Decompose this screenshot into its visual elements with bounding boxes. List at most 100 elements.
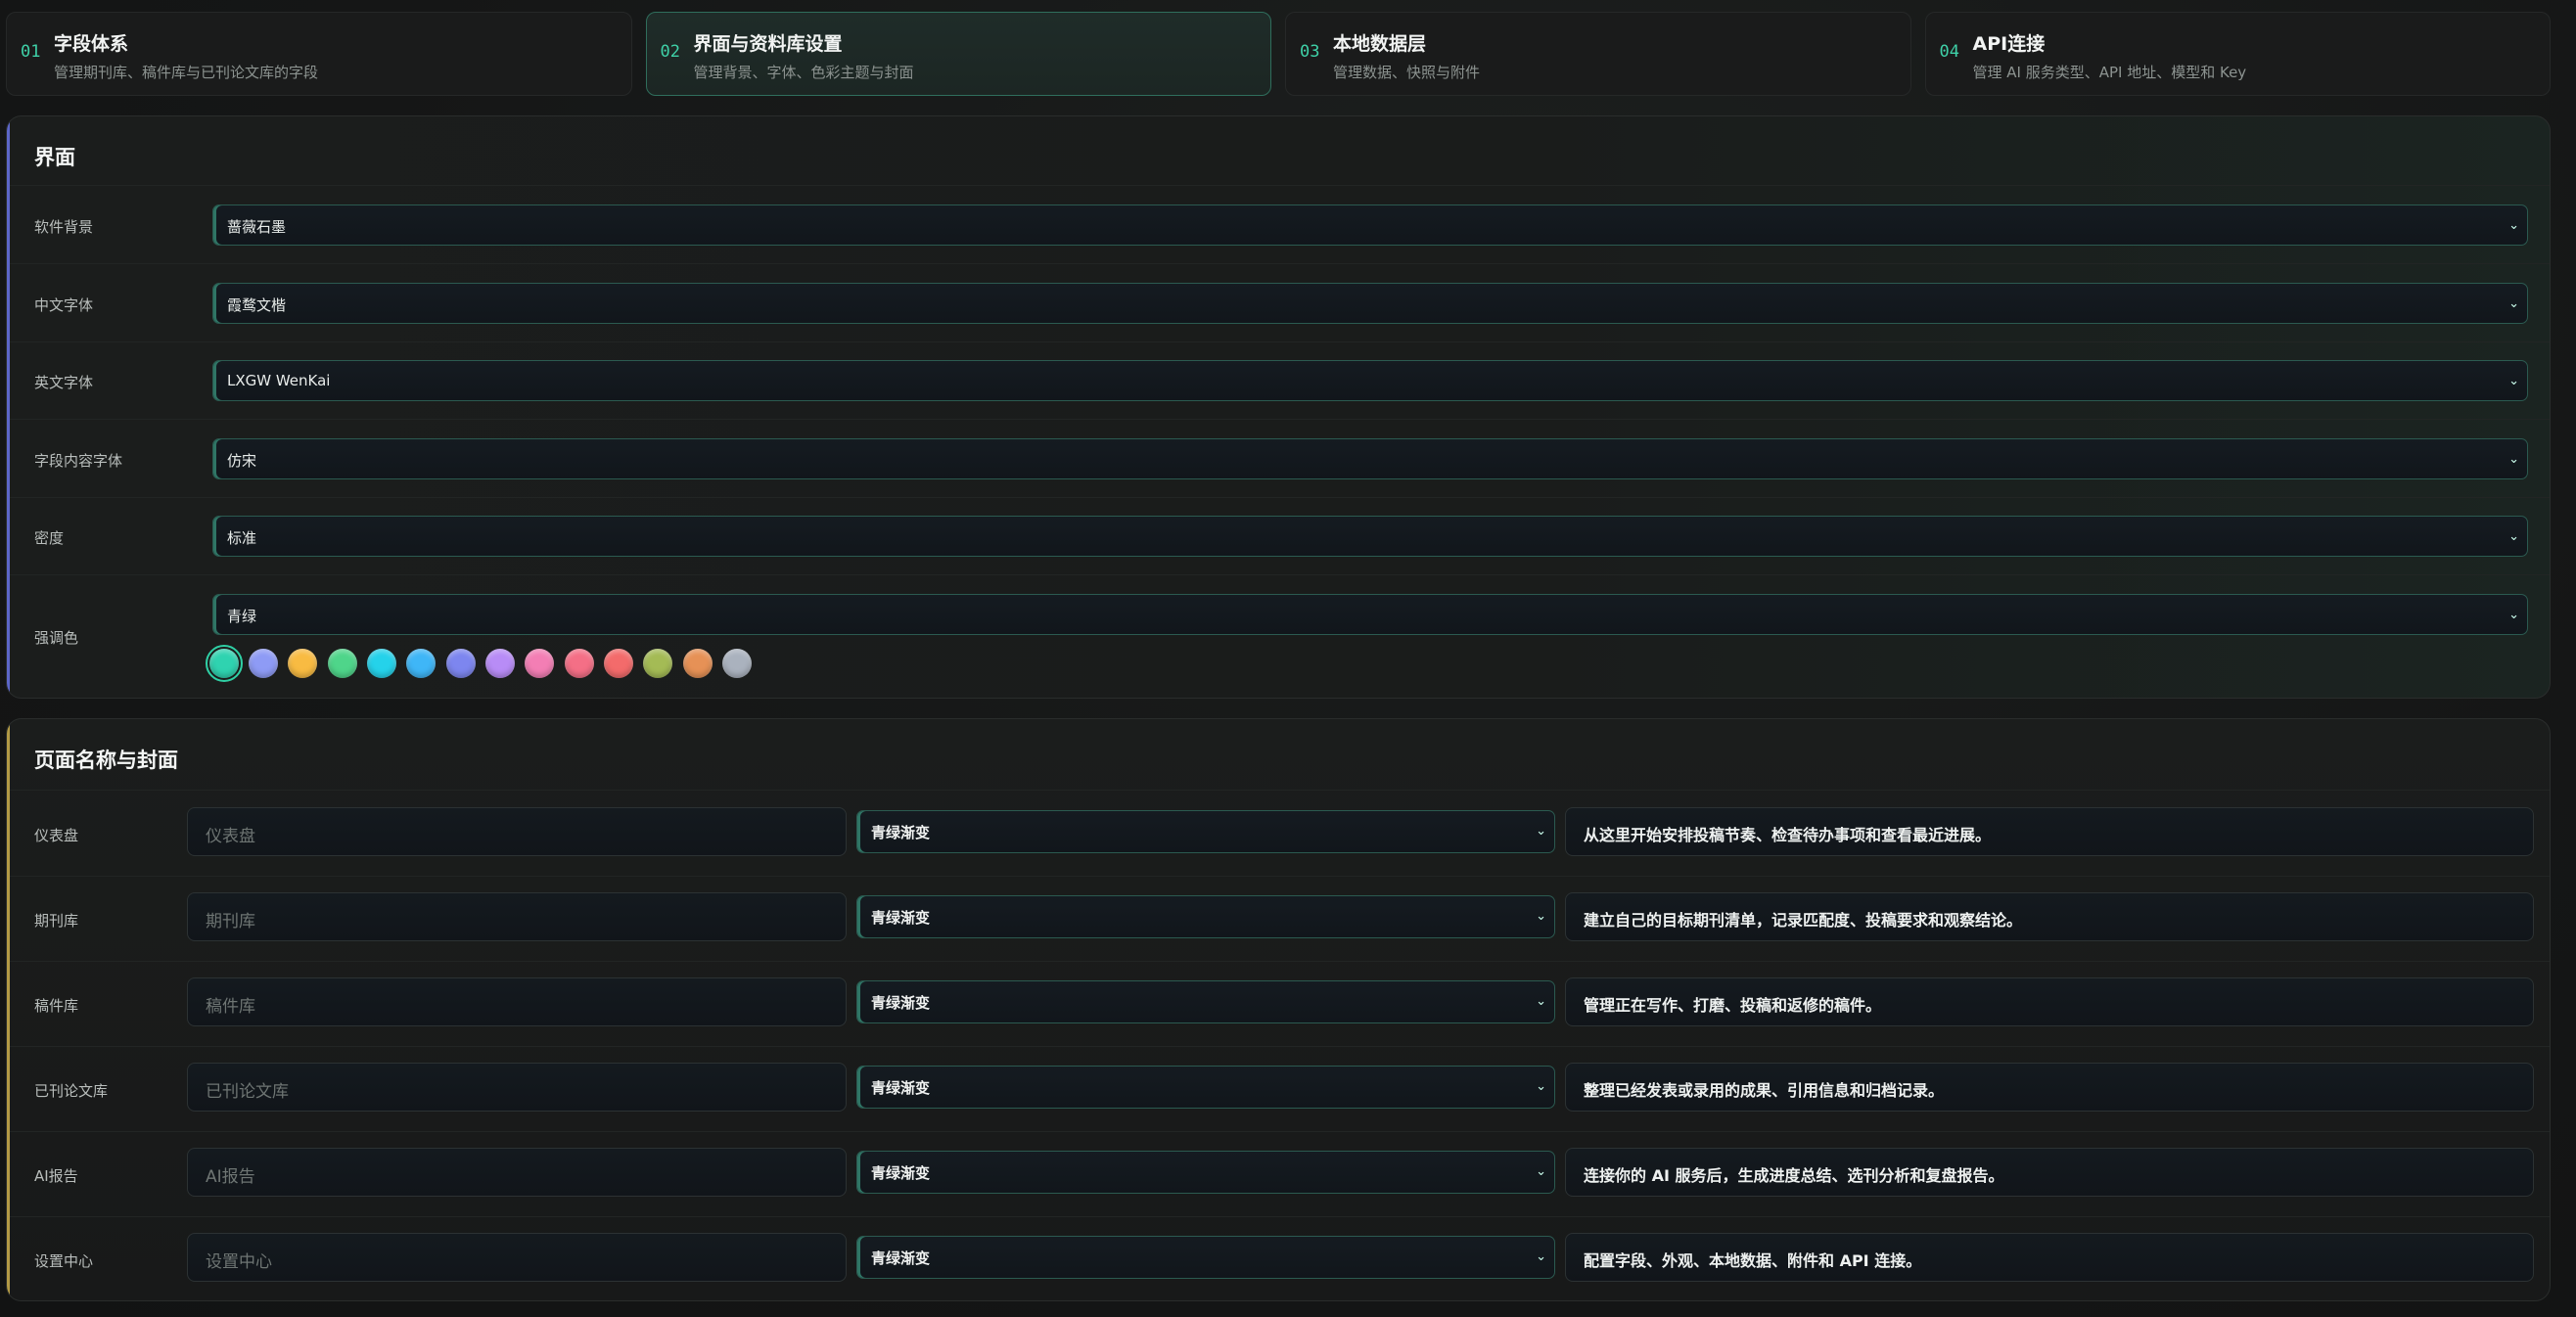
select-value: 青绿渐变 bbox=[871, 1249, 931, 1267]
step-subtitle: 管理期刊库、稿件库与已刊论文库的字段 bbox=[54, 64, 319, 81]
swatch-rose[interactable] bbox=[565, 649, 594, 678]
select-value: 青绿 bbox=[227, 608, 257, 625]
page-description-input[interactable]: 整理已经发表或录用的成果、引用信息和归档记录。 bbox=[1565, 1063, 2534, 1112]
select-value: 青绿渐变 bbox=[871, 824, 931, 841]
swatch-green[interactable] bbox=[328, 649, 357, 678]
input-placeholder: 仪表盘 bbox=[206, 827, 255, 846]
chevron-down-icon: ⌄ bbox=[2508, 529, 2519, 544]
step-subtitle: 管理 AI 服务类型、API 地址、模型和 Key bbox=[1972, 64, 2247, 81]
step-subtitle: 管理背景、字体、色彩主题与封面 bbox=[693, 64, 914, 81]
field-content-font-select[interactable]: 仿宋 ⌄ bbox=[212, 438, 2528, 479]
page-description-input[interactable]: 连接你的 AI 服务后，生成进度总结、选刊分析和复盘报告。 bbox=[1565, 1148, 2534, 1197]
step-local-data[interactable]: 03 本地数据层 管理数据、快照与附件 bbox=[1285, 12, 1911, 96]
select-value: 青绿渐变 bbox=[871, 1164, 931, 1182]
background-select[interactable]: 蔷薇石墨 ⌄ bbox=[212, 204, 2528, 246]
chevron-down-icon: ⌄ bbox=[1536, 1164, 1546, 1179]
page-description-input[interactable]: 建立自己的目标期刊清单，记录匹配度、投稿要求和观察结论。 bbox=[1565, 892, 2534, 941]
input-placeholder: 已刊论文库 bbox=[206, 1082, 289, 1102]
chevron-down-icon: ⌄ bbox=[1536, 909, 1546, 924]
row-label: 强调色 bbox=[34, 629, 79, 647]
step-number: 03 bbox=[1300, 42, 1320, 62]
input-value: 从这里开始安排投稿节奏、检查待办事项和查看最近进展。 bbox=[1584, 826, 1992, 844]
step-field-system[interactable]: 01 字段体系 管理期刊库、稿件库与已刊论文库的字段 bbox=[6, 12, 632, 96]
step-number: 01 bbox=[21, 42, 41, 62]
page-name-input[interactable]: 设置中心 bbox=[187, 1233, 847, 1282]
step-number: 04 bbox=[1939, 42, 1959, 62]
cover-select[interactable]: 青绿渐变 ⌄ bbox=[856, 1236, 1555, 1279]
step-number: 02 bbox=[660, 42, 680, 62]
chevron-down-icon: ⌄ bbox=[2508, 374, 2519, 388]
input-value: 连接你的 AI 服务后，生成进度总结、选刊分析和复盘报告。 bbox=[1584, 1166, 2004, 1185]
input-placeholder: 稿件库 bbox=[206, 997, 255, 1017]
select-value: 仿宋 bbox=[227, 452, 257, 470]
row-label: 软件背景 bbox=[34, 218, 94, 236]
page-description-input[interactable]: 配置字段、外观、本地数据、附件和 API 连接。 bbox=[1565, 1233, 2534, 1282]
row-label: 已刊论文库 bbox=[34, 1082, 109, 1100]
page-name-input[interactable]: 稿件库 bbox=[187, 977, 847, 1026]
row-label: 密度 bbox=[34, 529, 65, 547]
row-label: 稿件库 bbox=[34, 997, 79, 1015]
swatch-red[interactable] bbox=[604, 649, 633, 678]
page-name-input[interactable]: AI报告 bbox=[187, 1148, 847, 1197]
input-value: 整理已经发表或录用的成果、引用信息和归档记录。 bbox=[1584, 1081, 1945, 1100]
row-label: 字段内容字体 bbox=[34, 452, 123, 470]
select-value: 青绿渐变 bbox=[871, 909, 931, 927]
row-label: 期刊库 bbox=[34, 912, 79, 930]
chinese-font-select[interactable]: 霞鹜文楷 ⌄ bbox=[212, 283, 2528, 324]
chevron-down-icon: ⌄ bbox=[1536, 1249, 1546, 1264]
swatch-olive[interactable] bbox=[643, 649, 672, 678]
page-name-input[interactable]: 期刊库 bbox=[187, 892, 847, 941]
page-description-input[interactable]: 从这里开始安排投稿节奏、检查待办事项和查看最近进展。 bbox=[1565, 807, 2534, 856]
row-label: 仪表盘 bbox=[34, 827, 79, 844]
chevron-down-icon: ⌄ bbox=[2508, 296, 2519, 311]
settings-steps: 01 字段体系 管理期刊库、稿件库与已刊论文库的字段 02 界面与资料库设置 管… bbox=[6, 12, 2551, 98]
step-title: 界面与资料库设置 bbox=[693, 33, 843, 55]
row-label: AI报告 bbox=[34, 1167, 78, 1185]
cover-select[interactable]: 青绿渐变 ⌄ bbox=[856, 810, 1555, 853]
input-value: 管理正在写作、打磨、投稿和返修的稿件。 bbox=[1584, 996, 1882, 1015]
select-value: LXGW WenKai bbox=[227, 372, 331, 389]
english-font-select[interactable]: LXGW WenKai ⌄ bbox=[212, 360, 2528, 401]
chevron-down-icon: ⌄ bbox=[2508, 452, 2519, 467]
cover-select[interactable]: 青绿渐变 ⌄ bbox=[856, 1151, 1555, 1194]
input-value: 配置字段、外观、本地数据、附件和 API 连接。 bbox=[1584, 1251, 1922, 1270]
chevron-down-icon: ⌄ bbox=[2508, 218, 2519, 233]
page-description-input[interactable]: 管理正在写作、打磨、投稿和返修的稿件。 bbox=[1565, 977, 2534, 1026]
interface-panel: 界面 软件背景 蔷薇石墨 ⌄ 中文字体 霞鹜文楷 ⌄ 英文字体 LXGW Wen… bbox=[6, 115, 2551, 699]
page-names-covers-panel: 页面名称与封面 仪表盘 仪表盘 青绿渐变 ⌄ 从这里开始安排投稿节奏、检查待办事… bbox=[6, 718, 2551, 1301]
select-value: 标准 bbox=[227, 529, 257, 547]
density-select[interactable]: 标准 ⌄ bbox=[212, 516, 2528, 557]
step-interface-library[interactable]: 02 界面与资料库设置 管理背景、字体、色彩主题与封面 bbox=[645, 12, 1271, 96]
select-value: 青绿渐变 bbox=[871, 1079, 931, 1097]
chevron-down-icon: ⌄ bbox=[2508, 608, 2519, 622]
swatch-indigo[interactable] bbox=[446, 649, 476, 678]
input-placeholder: AI报告 bbox=[206, 1167, 255, 1187]
panel-title: 界面 bbox=[34, 146, 75, 169]
row-label: 英文字体 bbox=[34, 374, 94, 391]
step-title: 字段体系 bbox=[54, 33, 129, 55]
select-value: 霞鹜文楷 bbox=[227, 296, 287, 314]
swatch-amber[interactable] bbox=[288, 649, 317, 678]
swatch-pink[interactable] bbox=[525, 649, 554, 678]
swatch-periwinkle[interactable] bbox=[249, 649, 278, 678]
swatch-gray[interactable] bbox=[722, 649, 752, 678]
swatch-violet[interactable] bbox=[485, 649, 515, 678]
input-placeholder: 期刊库 bbox=[206, 912, 255, 931]
page-name-input[interactable]: 已刊论文库 bbox=[187, 1063, 847, 1112]
accent-color-select[interactable]: 青绿 ⌄ bbox=[212, 594, 2528, 635]
page-name-input[interactable]: 仪表盘 bbox=[187, 807, 847, 856]
step-title: 本地数据层 bbox=[1333, 33, 1427, 55]
swatch-orange[interactable] bbox=[683, 649, 713, 678]
row-label: 中文字体 bbox=[34, 296, 94, 314]
swatch-cyan[interactable] bbox=[367, 649, 396, 678]
row-label: 设置中心 bbox=[34, 1252, 94, 1270]
chevron-down-icon: ⌄ bbox=[1536, 1079, 1546, 1094]
cover-select[interactable]: 青绿渐变 ⌄ bbox=[856, 980, 1555, 1023]
step-title: API连接 bbox=[1972, 33, 2046, 55]
cover-select[interactable]: 青绿渐变 ⌄ bbox=[856, 1066, 1555, 1109]
input-value: 建立自己的目标期刊清单，记录匹配度、投稿要求和观察结论。 bbox=[1584, 911, 2023, 930]
step-api-connection[interactable]: 04 API连接 管理 AI 服务类型、API 地址、模型和 Key bbox=[1924, 12, 2551, 96]
cover-select[interactable]: 青绿渐变 ⌄ bbox=[856, 895, 1555, 938]
swatch-sky[interactable] bbox=[406, 649, 436, 678]
swatch-teal[interactable] bbox=[206, 645, 243, 682]
